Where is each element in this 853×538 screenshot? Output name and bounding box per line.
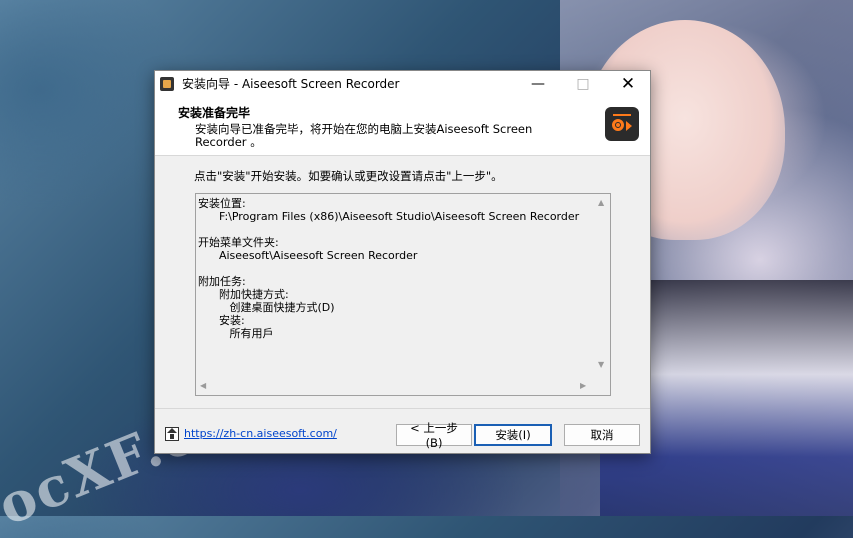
settings-summary-text: 安装位置: F:\Program Files (x86)\Aiseesoft S… — [198, 197, 579, 340]
minimize-icon: — — [531, 75, 545, 92]
summary-line: 安装: — [198, 314, 245, 327]
instruction-text: 点击"安装"开始安装。如要确认或更改设置请点击"上一步"。 — [194, 169, 503, 183]
screen-recorder-logo-icon — [605, 107, 639, 141]
summary-line: Aiseesoft\Aiseesoft Screen Recorder — [198, 249, 418, 262]
summary-line: F:\Program Files (x86)\Aiseesoft Studio\… — [198, 210, 580, 223]
summary-line: 开始菜单文件夹: — [198, 236, 279, 249]
close-icon: ✕ — [620, 73, 636, 94]
back-button[interactable]: < 上一步(B) — [396, 421, 472, 450]
minimize-button[interactable]: — — [515, 71, 561, 96]
home-icon — [165, 427, 179, 441]
maximize-icon: □ — [576, 75, 590, 92]
footer-divider — [155, 408, 650, 409]
maximize-button[interactable]: □ — [560, 71, 606, 96]
install-button[interactable]: 安装(I) — [474, 424, 552, 446]
wizard-header: 安装准备完毕 安装向导已准备完毕，将开始在您的电脑上安装Aiseesoft Sc… — [155, 96, 650, 156]
horizontal-scrollbar[interactable]: ◀ ▶ — [196, 378, 594, 395]
cancel-button[interactable]: 取消 — [564, 424, 640, 446]
installer-dialog: 安装向导 - Aiseesoft Screen Recorder — □ ✕ 安… — [154, 70, 651, 454]
summary-line — [198, 223, 579, 236]
summary-line: 附加任务: — [198, 275, 246, 288]
scroll-left-icon[interactable]: ◀ — [200, 381, 206, 390]
page-description: 安装向导已准备完毕，将开始在您的电脑上安装Aiseesoft Screen Re… — [195, 122, 533, 149]
vertical-scrollbar[interactable]: ▲ ▼ — [594, 194, 610, 378]
summary-line: 创建桌面快捷方式(D) — [198, 301, 335, 314]
title-bar[interactable]: 安装向导 - Aiseesoft Screen Recorder — □ ✕ — [155, 71, 650, 96]
summary-line: 所有用戶 — [198, 327, 274, 340]
scroll-up-icon[interactable]: ▲ — [598, 198, 604, 207]
summary-line — [198, 262, 579, 275]
installer-app-icon — [160, 76, 174, 91]
scroll-down-icon[interactable]: ▼ — [598, 360, 604, 369]
settings-summary-box[interactable]: 安装位置: F:\Program Files (x86)\Aiseesoft S… — [195, 193, 611, 396]
website-link[interactable]: https://zh-cn.aiseesoft.com/ — [184, 427, 337, 440]
close-button[interactable]: ✕ — [605, 71, 651, 96]
window-title: 安装向导 - Aiseesoft Screen Recorder — [182, 77, 400, 91]
summary-line: 安装位置: — [198, 197, 246, 210]
summary-line: 附加快捷方式: — [198, 288, 289, 301]
page-title: 安装准备完毕 — [178, 106, 251, 120]
scroll-right-icon[interactable]: ▶ — [580, 381, 586, 390]
